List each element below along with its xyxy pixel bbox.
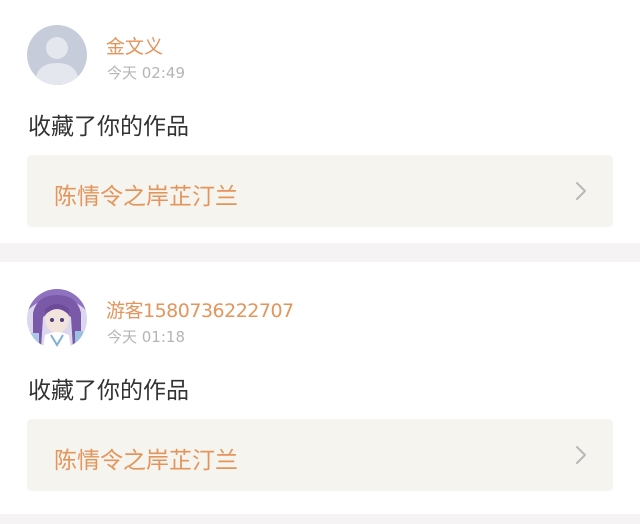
avatar[interactable]: [27, 289, 87, 349]
chevron-right-icon: [576, 446, 586, 464]
divider: [0, 514, 640, 524]
work-title: 陈情令之岸芷汀兰: [54, 184, 238, 210]
work-link[interactable]: 陈情令之岸芷汀兰: [27, 419, 613, 491]
avatar[interactable]: [27, 25, 87, 85]
timestamp: 今天 01:18: [107, 328, 185, 346]
action-text: 收藏了你的作品: [28, 378, 189, 404]
divider: [0, 243, 640, 262]
action-text: 收藏了你的作品: [28, 114, 189, 140]
notification-card: 金文义 今天 02:49 收藏了你的作品 陈情令之岸芷汀兰: [0, 0, 640, 243]
chevron-right-icon: [576, 182, 586, 200]
work-link[interactable]: 陈情令之岸芷汀兰: [27, 155, 613, 227]
username[interactable]: 金文义: [106, 32, 163, 59]
username[interactable]: 游客1580736222707: [106, 296, 294, 323]
anime-girl-avatar: [27, 289, 87, 349]
work-title: 陈情令之岸芷汀兰: [54, 448, 238, 474]
notification-card: 游客1580736222707 今天 01:18 收藏了你的作品 陈情令之岸芷汀…: [0, 262, 640, 514]
default-user-icon: [27, 25, 87, 85]
timestamp: 今天 02:49: [107, 64, 185, 82]
